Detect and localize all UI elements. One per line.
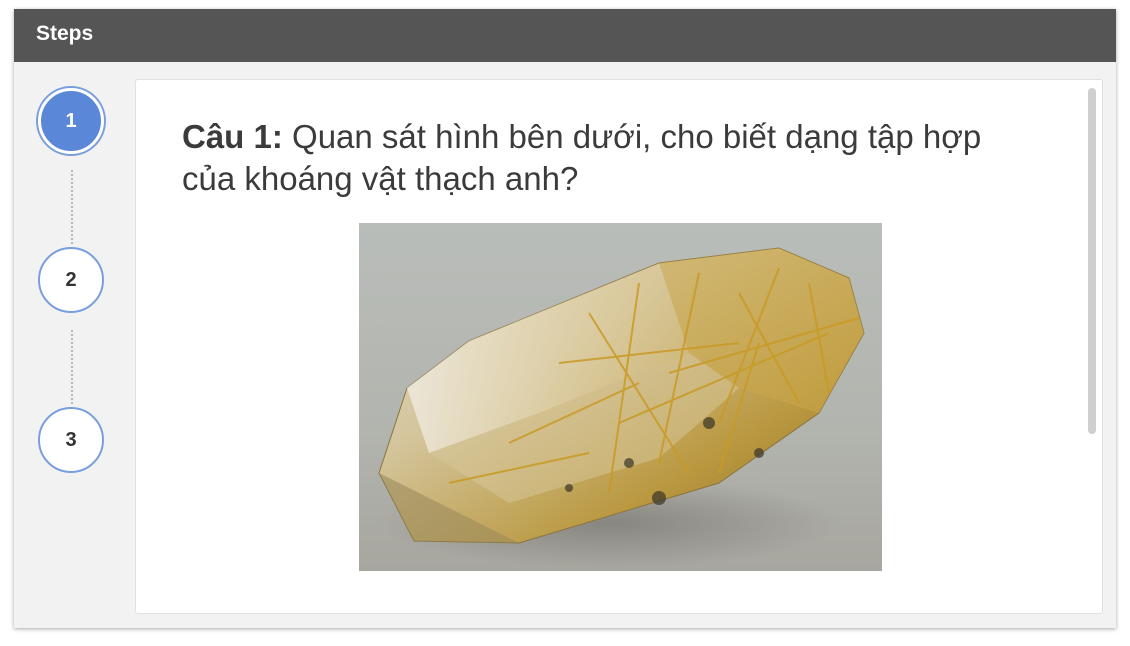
question-text: Câu 1: Quan sát hình bên dưới, cho biết … xyxy=(182,116,1042,200)
step-1-button[interactable]: 1 xyxy=(38,88,104,154)
quartz-crystal-image xyxy=(359,223,882,571)
step-3-label: 3 xyxy=(65,428,77,451)
steps-sidebar: 1 2 3 xyxy=(14,62,132,628)
question-label: Câu 1: xyxy=(182,118,283,155)
step-2-button[interactable]: 2 xyxy=(38,247,104,313)
title-bar: Steps xyxy=(14,9,1116,62)
scrollbar-thumb[interactable] xyxy=(1088,88,1096,434)
step-connector xyxy=(71,330,73,404)
step-connector xyxy=(71,170,73,244)
step-content-panel: Câu 1: Quan sát hình bên dưới, cho biết … xyxy=(135,79,1103,614)
question-body: Quan sát hình bên dưới, cho biết dạng tậ… xyxy=(182,118,982,197)
steps-window: Steps 1 2 3 Câu 1: Quan sát hình bên dướ… xyxy=(14,9,1116,628)
step-2-label: 2 xyxy=(65,268,77,291)
step-1-label: 1 xyxy=(65,109,77,132)
step-3-button[interactable]: 3 xyxy=(38,407,104,473)
window-title: Steps xyxy=(36,22,94,45)
